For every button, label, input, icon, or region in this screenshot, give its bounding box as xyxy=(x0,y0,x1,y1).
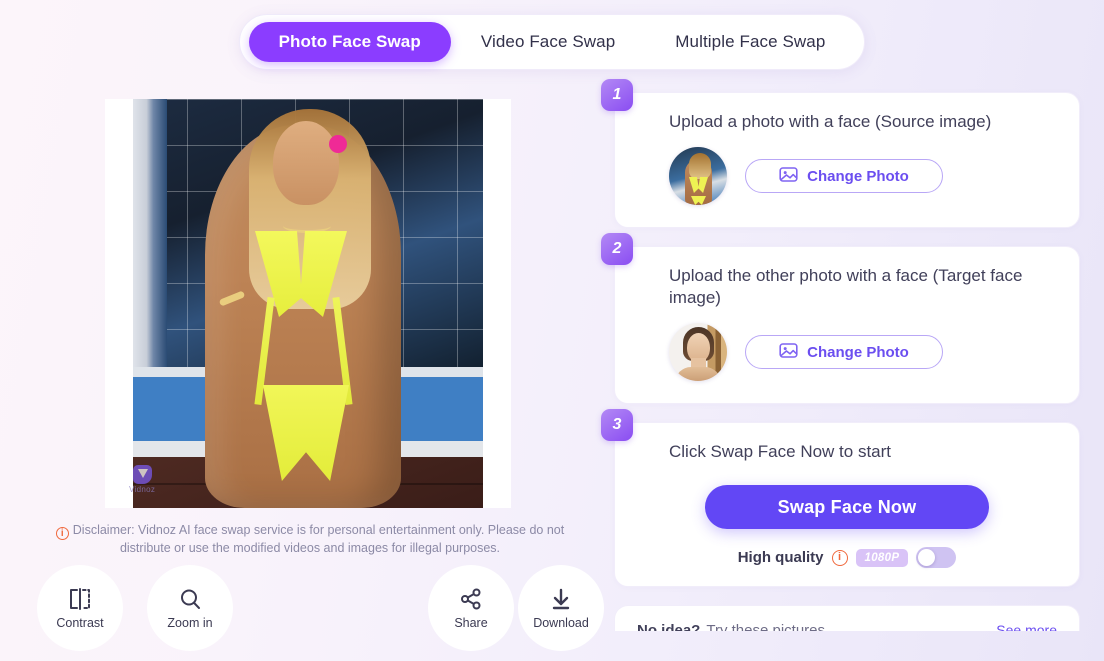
info-icon: i xyxy=(55,527,69,540)
tabbar: Photo Face Swap Video Face Swap Multiple… xyxy=(238,14,866,70)
step-card-3: 3 Click Swap Face Now to start Swap Face… xyxy=(601,409,1080,587)
tabbar-container: Photo Face Swap Video Face Swap Multiple… xyxy=(0,14,1104,70)
suggested-pictures-card: No idea? Try these pictures See more xyxy=(614,605,1080,631)
step-body-2: Change Photo xyxy=(615,309,1079,403)
tab-photo-face-swap[interactable]: Photo Face Swap xyxy=(248,22,451,62)
magnifier-icon xyxy=(177,587,203,611)
download-arrow-icon xyxy=(548,587,574,611)
share-button[interactable]: Share xyxy=(428,565,514,651)
photo-subject-hair-flower xyxy=(329,135,347,153)
preview-column: Vidnoz i Disclaimer: Vidnoz AI face swap … xyxy=(20,90,596,557)
change-photo-label-2: Change Photo xyxy=(807,343,909,361)
tab-video-face-swap[interactable]: Video Face Swap xyxy=(451,22,645,62)
high-quality-row: High quality i 1080P xyxy=(637,547,1057,568)
image-tools-bar: Contrast Zoom in Share Download xyxy=(20,565,604,651)
share-label: Share xyxy=(454,615,488,630)
download-label: Download xyxy=(533,615,589,630)
disclaimer-text: Disclaimer: Vidnoz AI face swap service … xyxy=(72,523,565,555)
step-body-1: Change Photo xyxy=(615,133,1079,227)
change-photo-button-1[interactable]: Change Photo xyxy=(745,159,943,193)
vidnoz-watermark: Vidnoz xyxy=(129,465,155,494)
download-button[interactable]: Download xyxy=(518,565,604,651)
change-photo-button-2[interactable]: Change Photo xyxy=(745,335,943,369)
toggle-knob xyxy=(918,549,936,566)
step-card-2: 2 Upload the other photo with a face (Ta… xyxy=(601,233,1080,404)
suggested-pictures-heading: No idea? Try these pictures xyxy=(637,622,825,631)
zoom-in-label: Zoom in xyxy=(167,615,213,630)
suggested-subheading-text: Try these pictures xyxy=(706,622,825,631)
preview-photo xyxy=(133,99,483,508)
quality-badge-1080p: 1080P xyxy=(855,548,909,567)
image-preview-canvas[interactable]: Vidnoz xyxy=(105,99,511,508)
info-icon[interactable]: i xyxy=(831,549,848,566)
step-body-3: Swap Face Now High quality i 1080P xyxy=(615,463,1079,586)
step-badge-3: 3 xyxy=(601,409,633,441)
thumb-hair xyxy=(689,153,711,179)
contrast-compare-icon xyxy=(67,587,93,611)
source-photo-thumbnail[interactable] xyxy=(669,147,727,205)
image-icon xyxy=(779,342,798,363)
disclaimer: i Disclaimer: Vidnoz AI face swap service… xyxy=(25,522,591,557)
vidnoz-logo-icon xyxy=(132,465,152,484)
zoom-in-button[interactable]: Zoom in xyxy=(147,565,233,651)
high-quality-label: High quality xyxy=(737,549,824,566)
steps-column: 1 Upload a photo with a face (Source ima… xyxy=(601,79,1080,631)
contrast-button[interactable]: Contrast xyxy=(37,565,123,651)
step-card-1: 1 Upload a photo with a face (Source ima… xyxy=(601,79,1080,228)
suggested-heading-text: No idea? xyxy=(637,622,701,631)
change-photo-label-1: Change Photo xyxy=(807,167,909,185)
step-title-1: Upload a photo with a face (Source image… xyxy=(669,112,992,131)
high-quality-toggle[interactable] xyxy=(916,547,957,568)
thumb-shoulders xyxy=(675,367,721,381)
step-title-2: Upload the other photo with a face (Targ… xyxy=(669,266,1023,307)
contrast-label: Contrast xyxy=(56,615,104,630)
photo-subject-face xyxy=(273,121,339,205)
step-badge-1: 1 xyxy=(601,79,633,111)
swap-face-now-button[interactable]: Swap Face Now xyxy=(705,485,989,529)
photo-subject-necklace xyxy=(283,219,331,233)
watermark-label: Vidnoz xyxy=(129,485,156,494)
share-nodes-icon xyxy=(458,587,484,611)
see-more-link[interactable]: See more xyxy=(996,622,1057,631)
image-icon xyxy=(779,166,798,187)
step-title-3: Click Swap Face Now to start xyxy=(669,442,892,461)
target-face-thumbnail[interactable] xyxy=(669,323,727,381)
step-badge-2: 2 xyxy=(601,233,633,265)
tab-multiple-face-swap[interactable]: Multiple Face Swap xyxy=(645,22,855,62)
